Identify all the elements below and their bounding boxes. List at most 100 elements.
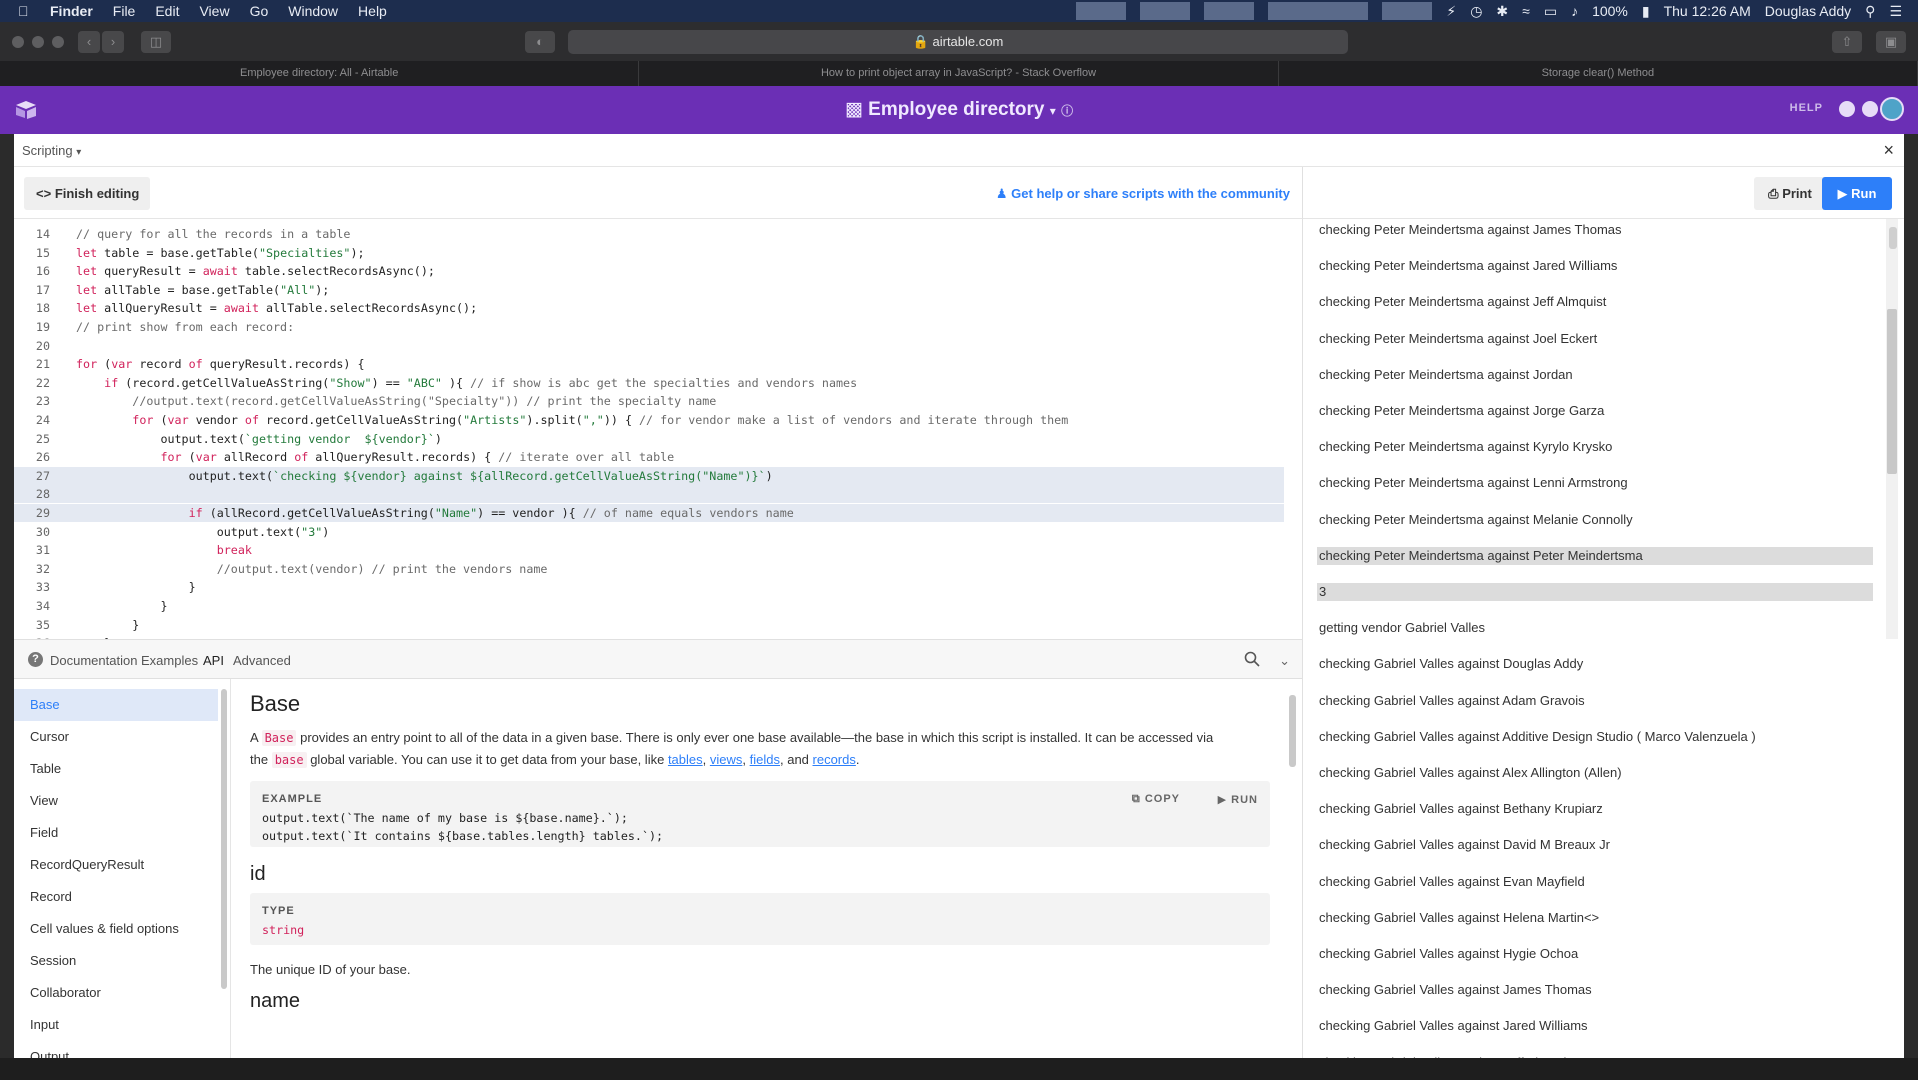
- nav-item[interactable]: Input: [14, 1009, 218, 1041]
- menu-edit[interactable]: Edit: [155, 3, 179, 19]
- scripting-dropdown[interactable]: Scripting ▾: [22, 143, 81, 158]
- code-editor[interactable]: 14 // query for all the records in a tabl…: [14, 219, 1302, 639]
- battery-icon[interactable]: ▮: [1642, 3, 1650, 20]
- zoom-window-icon[interactable]: [52, 36, 64, 48]
- link-fields[interactable]: fields: [750, 752, 780, 767]
- code-line[interactable]: 17 let allTable = base.getTable("All");: [14, 281, 1284, 299]
- address-bar[interactable]: 🔒 airtable.com: [568, 30, 1348, 54]
- run-example-button[interactable]: ▶ RUN: [1218, 793, 1258, 806]
- tab-documentation[interactable]: Documentation: [50, 653, 137, 668]
- code-line[interactable]: 25 output.text(`getting vendor ${vendor}…: [14, 430, 1284, 448]
- code-line[interactable]: 26 for (var allRecord of allQueryResult.…: [14, 448, 1284, 466]
- battery-text[interactable]: 100%: [1592, 3, 1628, 19]
- menu-window[interactable]: Window: [288, 3, 338, 19]
- print-button[interactable]: ⎙ Print: [1754, 177, 1826, 210]
- menubar-extra-icon[interactable]: [1204, 2, 1255, 20]
- apple-icon[interactable]: : [18, 3, 36, 19]
- code-line[interactable]: 23 //output.text(record.getCellValueAsSt…: [14, 392, 1284, 410]
- tab-advanced[interactable]: Advanced: [233, 653, 291, 668]
- output-scroll-thumb[interactable]: [1889, 227, 1897, 249]
- base-title[interactable]: ▩ Employee directory ▾ ⓘ: [0, 98, 1918, 121]
- code-line[interactable]: 16 let queryResult = await table.selectRe…: [14, 262, 1284, 280]
- avatar[interactable]: [1880, 97, 1904, 121]
- code-line[interactable]: 14 // query for all the records in a tabl…: [14, 225, 1284, 243]
- chevron-down-icon[interactable]: ⌄: [1279, 653, 1290, 669]
- nav-item[interactable]: Cursor: [14, 721, 218, 753]
- menu-view[interactable]: View: [199, 3, 229, 19]
- close-window-icon[interactable]: [12, 36, 24, 48]
- tab-examples[interactable]: Examples: [141, 653, 198, 668]
- finish-editing-button[interactable]: <> Finish editing: [24, 177, 150, 210]
- code-line[interactable]: 33 }: [14, 578, 1284, 596]
- code-line[interactable]: 24 for (var vendor of record.getCellValu…: [14, 411, 1284, 429]
- nav-item[interactable]: Output: [14, 1041, 218, 1058]
- menu-finder[interactable]: Finder: [50, 3, 93, 19]
- bell-icon[interactable]: [1862, 101, 1878, 117]
- bolt-icon[interactable]: ⚡: [1446, 3, 1456, 20]
- code-line[interactable]: 28: [14, 485, 1284, 504]
- minimize-window-icon[interactable]: [32, 36, 44, 48]
- nav-item[interactable]: Table: [14, 753, 218, 785]
- info-icon[interactable]: ⓘ: [1061, 104, 1073, 118]
- help-icon[interactable]: [1839, 101, 1855, 117]
- back-icon[interactable]: ‹: [78, 31, 100, 53]
- community-link[interactable]: ♟ Get help or share scripts with the com…: [996, 186, 1290, 202]
- code-line[interactable]: 34 }: [14, 597, 1284, 615]
- tabs-overview-icon[interactable]: ▣: [1876, 31, 1906, 53]
- nav-item[interactable]: View: [14, 785, 218, 817]
- wifi-icon[interactable]: ≈: [1522, 3, 1530, 19]
- nav-item[interactable]: Field: [14, 817, 218, 849]
- share-icon[interactable]: ⇧: [1832, 31, 1862, 53]
- user-name[interactable]: Douglas Addy: [1765, 3, 1851, 19]
- run-button[interactable]: ▶ Run: [1822, 177, 1892, 210]
- nav-item[interactable]: Record: [14, 881, 218, 913]
- menu-help[interactable]: Help: [358, 3, 387, 19]
- code-line[interactable]: 35 }: [14, 616, 1284, 634]
- link-records[interactable]: records: [813, 752, 856, 767]
- code-line[interactable]: 31 break: [14, 541, 1284, 559]
- nav-item[interactable]: Cell values & field options: [14, 913, 218, 945]
- code-line[interactable]: 32 //output.text(vendor) // print the ve…: [14, 560, 1284, 578]
- doc-scrollbar[interactable]: [1289, 695, 1296, 767]
- clock[interactable]: Thu 12:26 AM: [1664, 3, 1751, 19]
- bluetooth-icon[interactable]: ✱: [1496, 3, 1508, 20]
- tab-api[interactable]: API: [203, 653, 224, 668]
- nav-item[interactable]: Base: [14, 689, 218, 721]
- nav-item[interactable]: Collaborator: [14, 977, 218, 1009]
- code-line[interactable]: 19 // print show from each record:: [14, 318, 1284, 336]
- menu-go[interactable]: Go: [250, 3, 269, 19]
- nav-scrollbar[interactable]: [221, 689, 227, 989]
- nav-item[interactable]: Session: [14, 945, 218, 977]
- code-line[interactable]: 29 if (allRecord.getCellValueAsString("N…: [14, 504, 1284, 522]
- privacy-icon[interactable]: ◐: [525, 31, 555, 53]
- search-icon[interactable]: [1244, 651, 1260, 667]
- airplay-icon[interactable]: ▭: [1544, 3, 1557, 20]
- menu-file[interactable]: File: [113, 3, 136, 19]
- code-line[interactable]: 30 output.text("3"): [14, 523, 1284, 541]
- browser-tab[interactable]: How to print object array in JavaScript?…: [639, 61, 1279, 86]
- menubar-extra-icon[interactable]: [1268, 2, 1369, 20]
- sidebar-toggle-icon[interactable]: ◫: [141, 31, 171, 53]
- menubar-extra-icon[interactable]: [1382, 2, 1433, 20]
- close-icon[interactable]: ×: [1883, 140, 1894, 161]
- nav-item[interactable]: RecordQueryResult: [14, 849, 218, 881]
- time-machine-icon[interactable]: ◷: [1470, 3, 1482, 20]
- browser-tab[interactable]: Employee directory: All - Airtable: [0, 61, 640, 86]
- help-label[interactable]: HELP: [1790, 102, 1823, 114]
- code-line[interactable]: 20: [14, 337, 1284, 355]
- code-line[interactable]: 27 output.text(`checking ${vendor} again…: [14, 466, 1284, 485]
- output-scrollbar[interactable]: [1888, 219, 1898, 1058]
- menubar-extra-icon[interactable]: [1140, 2, 1191, 20]
- browser-tab[interactable]: Storage clear() Method: [1279, 61, 1918, 86]
- code-line[interactable]: 18 let allQueryResult = await allTable.se…: [14, 299, 1284, 317]
- volume-icon[interactable]: ♪: [1571, 3, 1578, 19]
- link-tables[interactable]: tables: [668, 752, 703, 767]
- link-views[interactable]: views: [710, 752, 743, 767]
- copy-button[interactable]: ⧉ COPY: [1132, 793, 1180, 806]
- code-line[interactable]: 15 let table = base.getTable("Specialties…: [14, 244, 1284, 262]
- code-line[interactable]: 22 if (record.getCellValueAsString("Show…: [14, 374, 1284, 392]
- control-center-icon[interactable]: ☰: [1889, 3, 1902, 20]
- menubar-extra-icon[interactable]: [1076, 2, 1127, 20]
- forward-icon[interactable]: ›: [102, 31, 124, 53]
- spotlight-icon[interactable]: ⚲: [1865, 3, 1875, 20]
